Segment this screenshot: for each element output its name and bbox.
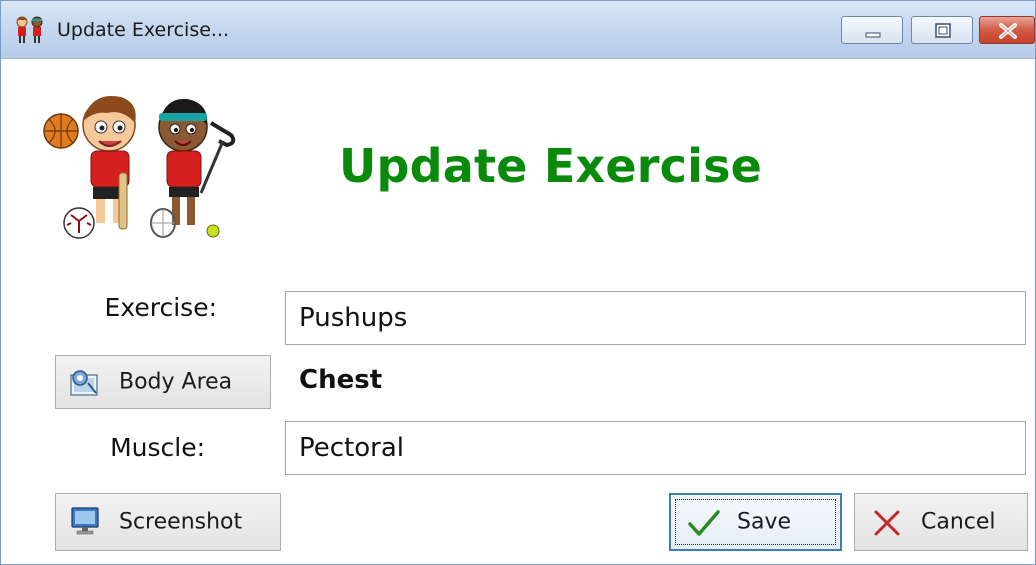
screenshot-button[interactable]: Screenshot	[55, 493, 281, 551]
close-icon	[999, 23, 1017, 39]
exercise-input[interactable]	[285, 291, 1026, 345]
checkmark-icon	[688, 510, 720, 536]
cancel-label: Cancel	[921, 509, 996, 535]
cancel-button[interactable]: Cancel	[854, 493, 1028, 551]
update-exercise-window: Update Exercise... Update Exercise Exerc…	[0, 0, 1036, 565]
maximize-icon	[935, 23, 951, 38]
muscle-input[interactable]	[285, 421, 1026, 475]
exercise-label: Exercise:	[104, 293, 217, 322]
title-bar[interactable]: Update Exercise...	[1, 1, 1035, 59]
screenshot-label: Screenshot	[119, 509, 243, 535]
window-title: Update Exercise...	[57, 19, 230, 41]
save-label: Save	[737, 509, 792, 535]
body-area-value: Chest	[299, 365, 383, 395]
close-button[interactable]	[979, 16, 1035, 44]
muscle-label: Muscle:	[110, 433, 205, 462]
monitor-icon	[71, 507, 99, 535]
body-area-label: Body Area	[119, 369, 233, 395]
maximize-button[interactable]	[911, 16, 973, 44]
x-icon	[874, 510, 900, 536]
page-title: Update Exercise	[339, 139, 763, 193]
app-kids-icon	[16, 16, 43, 43]
sports-kids-mascot	[43, 96, 236, 239]
minimize-icon	[865, 32, 881, 38]
body-map-icon	[70, 370, 98, 396]
save-button[interactable]: Save	[669, 493, 842, 551]
minimize-button[interactable]	[841, 16, 903, 44]
body-area-button[interactable]: Body Area	[55, 355, 271, 409]
